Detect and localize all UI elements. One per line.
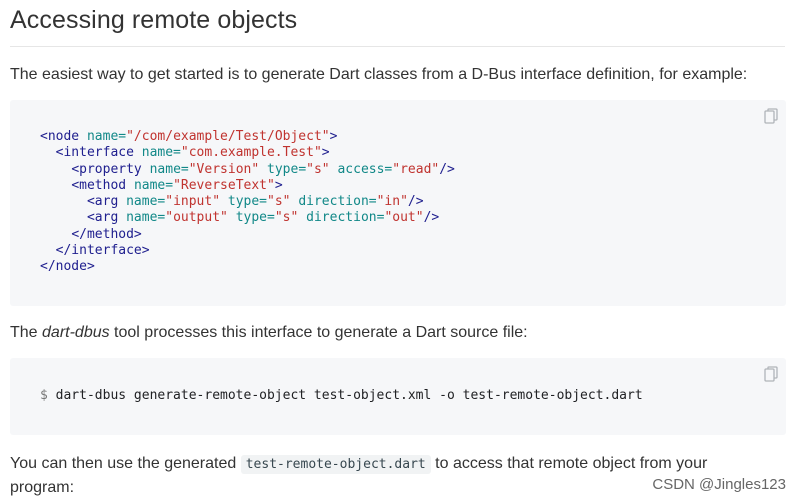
- code-token-attr: name=: [149, 161, 189, 177]
- xml-code-text: <node name="/com/example/Test/Object"> <…: [40, 129, 455, 276]
- code-token-attr: access=: [337, 161, 393, 177]
- code-token-tag: <arg: [86, 194, 127, 210]
- usage-prefix: You can then use the generated: [10, 455, 241, 472]
- usage-suffix: to access that remote object from your: [430, 455, 708, 472]
- code-token-attr: name=: [141, 145, 181, 161]
- code-line: </interface>: [40, 243, 150, 258]
- intro-paragraph: The easiest way to get started is to gen…: [10, 66, 748, 83]
- code-line: <node name="/com/example/Test/Object">: [40, 129, 337, 144]
- code-token-val: "s": [306, 161, 330, 177]
- usage-paragraph-line2: program:: [10, 479, 75, 496]
- code-token-val: "/com/example/Test/Object": [126, 129, 330, 144]
- code-token-tag: >: [321, 145, 330, 161]
- code-token-attr: name=: [126, 210, 166, 226]
- tool-paragraph: The dart-dbus tool processes this interf…: [10, 324, 528, 342]
- shell-code-block: $ dart-dbus generate-remote-object test-…: [10, 358, 786, 435]
- code-token-attr: type=: [227, 194, 268, 210]
- shell-prompt: $: [40, 388, 48, 403]
- shell-command: dart-dbus generate-remote-object test-ob…: [55, 388, 643, 403]
- code-line: <arg name="input" type="s" direction="in…: [40, 194, 424, 209]
- tool-suffix: tool processes this interface to generat…: [109, 324, 528, 341]
- code-token-val: "output": [165, 210, 228, 226]
- code-token-val: "out": [384, 210, 424, 226]
- code-token-val: "in": [376, 194, 408, 210]
- code-line: <property name="Version" type="s" access…: [40, 162, 455, 177]
- code-token-attr: type=: [267, 161, 307, 177]
- code-token-tag: </interface>: [55, 243, 150, 259]
- code-line: <method name="ReverseText">: [40, 177, 283, 193]
- code-token-tag: </node>: [40, 259, 95, 275]
- code-token-val: "s": [274, 210, 299, 226]
- tool-prefix: The: [10, 324, 43, 341]
- xml-code-block: <node name="/com/example/Test/Object"> <…: [10, 100, 786, 306]
- watermark: CSDN @Jingles123: [652, 476, 786, 493]
- code-line: <interface name="com.example.Test">: [40, 145, 330, 160]
- code-line: </method>: [40, 226, 142, 242]
- code-line: </node>: [40, 259, 95, 274]
- section-heading: Accessing remote objects: [10, 6, 298, 34]
- heading-divider: [10, 46, 785, 47]
- code-token-attr: name=: [133, 177, 174, 193]
- code-token-tag: >: [274, 177, 283, 193]
- code-token-tag: <method: [71, 177, 134, 193]
- code-token-tag: <interface: [55, 145, 142, 161]
- code-token-tag: />: [439, 161, 455, 177]
- copy-icon[interactable]: [764, 366, 778, 382]
- code-token-val: "Version": [188, 161, 260, 177]
- code-token-attr: direction=: [306, 210, 385, 226]
- code-token-tag: >: [329, 129, 338, 144]
- code-token-val: "s": [267, 194, 291, 210]
- code-token-attr: type=: [235, 210, 275, 226]
- code-token-tag: <arg: [86, 210, 127, 226]
- code-token-attr: name=: [126, 194, 166, 210]
- usage-paragraph-line1: You can then use the generated test-remo…: [10, 455, 708, 474]
- code-token-tag: />: [407, 194, 424, 210]
- code-token-tag: <node: [40, 129, 87, 144]
- inline-code-filename: test-remote-object.dart: [240, 455, 431, 474]
- code-token-val: "input": [165, 194, 221, 210]
- code-token-val: "com.example.Test": [180, 145, 322, 161]
- shell-code-text: $ dart-dbus generate-remote-object test-…: [40, 388, 643, 404]
- copy-icon[interactable]: [764, 108, 778, 124]
- code-token-attr: direction=: [298, 194, 377, 210]
- tool-name: dart-dbus: [42, 324, 110, 341]
- code-token-attr: name=: [86, 129, 127, 144]
- code-token-val: "read": [392, 161, 440, 177]
- code-token-tag: />: [423, 210, 440, 226]
- code-token-val: "ReverseText": [173, 177, 275, 193]
- code-token-tag: </method>: [71, 226, 142, 242]
- code-line: <arg name="output" type="s" direction="o…: [40, 210, 439, 225]
- code-token-tag: <property: [71, 161, 150, 177]
